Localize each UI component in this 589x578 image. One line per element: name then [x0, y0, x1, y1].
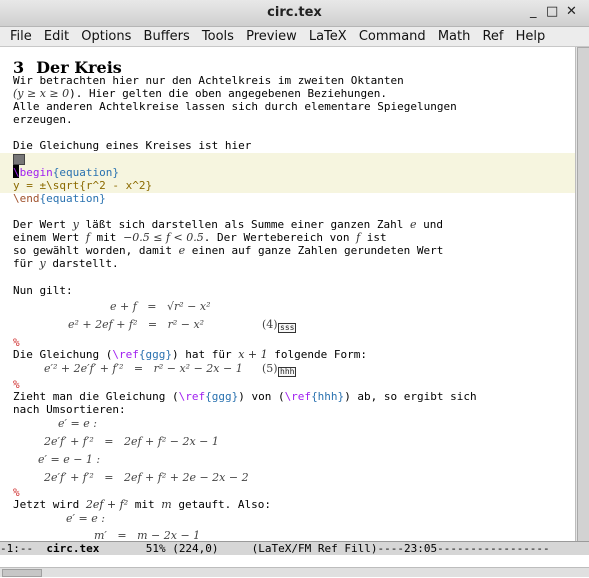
preview-image-icon[interactable]: [13, 154, 25, 165]
rendered-equation: e′ = e − 1 :: [38, 453, 101, 466]
label-tag-hhh[interactable]: hhh: [278, 367, 297, 377]
end-equation-line: \end{equation}: [13, 192, 106, 205]
text-line: (y ≥ x ≥ 0). Hier gelten die oben angege…: [13, 87, 388, 100]
menu-preview[interactable]: Preview: [246, 27, 297, 46]
rendered-equation: e² + 2ef + f² = r² − x²: [68, 318, 205, 331]
scrollbar-thumb[interactable]: [2, 569, 42, 577]
menu-file[interactable]: File: [10, 27, 32, 46]
editor-area[interactable]: 3 Der Kreis Wir betrachten hier nur den A…: [0, 47, 575, 541]
menu-buffers[interactable]: Buffers: [144, 27, 190, 46]
text-line: einem Wert f mit −0.5 ≤ f < 0.5. Der Wer…: [13, 231, 387, 244]
text-line: Die Gleichung (\ref{ggg}) hat für x + 1 …: [13, 348, 367, 361]
menu-latex[interactable]: LaTeX: [309, 27, 347, 46]
text-line: so gewählt worden, damit e einen auf gan…: [13, 244, 444, 257]
menu-options[interactable]: Options: [81, 27, 131, 46]
text-line: Jetzt wird 2ef + f² mit m getauft. Also:: [13, 498, 272, 511]
menu-command[interactable]: Command: [359, 27, 426, 46]
equation-number: (4): [262, 318, 278, 331]
text-line: Zieht man die Gleichung (\ref{ggg}) von …: [13, 390, 477, 403]
menu-help[interactable]: Help: [516, 27, 546, 46]
maximize-button[interactable]: □: [546, 5, 558, 19]
rendered-equation: 2e′f′ + f′² = 2ef + f² + 2e − 2x − 2: [44, 471, 249, 484]
equation-source: y = ±\sqrt{r^2 - x^2}: [13, 179, 153, 192]
menu-math[interactable]: Math: [438, 27, 471, 46]
menu-ref[interactable]: Ref: [482, 27, 503, 46]
minimize-button[interactable]: _: [530, 5, 537, 19]
window-title: circ.tex: [267, 5, 322, 20]
text-line: Nun gilt:: [13, 284, 73, 297]
rendered-equation: e + f = √r² − x²: [110, 300, 211, 313]
text-line: nach Umsortieren:: [13, 403, 126, 416]
menu-edit[interactable]: Edit: [44, 27, 69, 46]
mode-line: -1:-- circ.tex 51% (224,0) (LaTeX/FM Ref…: [0, 541, 589, 555]
rendered-equation: e′² + 2e′f′ + f′² = r² − x² − 2x − 1: [44, 362, 243, 375]
text-line: Wir betrachten hier nur den Achtelkreis …: [13, 74, 404, 87]
vertical-scrollbar[interactable]: [575, 47, 589, 542]
close-button[interactable]: ✕: [566, 5, 577, 19]
label-tag-sss[interactable]: sss: [278, 323, 297, 333]
equation-number: (5): [262, 362, 278, 375]
menu-bar: File Edit Options Buffers Tools Preview …: [0, 27, 589, 47]
menu-tools[interactable]: Tools: [202, 27, 234, 46]
rendered-equation: 2e′f′ + f′² = 2ef + f² − 2x − 1: [44, 435, 219, 448]
text-line: Alle anderen Achtelkreise lassen sich du…: [13, 100, 457, 113]
rendered-equation: m′ = m − 2x − 1: [94, 529, 201, 541]
rendered-equation: e′ = e :: [58, 417, 97, 430]
scrollbar-thumb[interactable]: [577, 47, 589, 542]
rendered-equation: e′ = e :: [66, 512, 105, 525]
text-line: erzeugen.: [13, 113, 73, 126]
title-bar: circ.tex _ □ ✕: [0, 0, 589, 27]
inline-math: (y ≥ x ≥ 0: [13, 87, 70, 100]
horizontal-scrollbar[interactable]: [0, 567, 589, 577]
text-line: Die Gleichung eines Kreises ist hier: [13, 139, 252, 152]
begin-equation-line: \begin{equation}: [13, 166, 119, 179]
text-line: Der Wert y läßt sich darstellen als Summ…: [13, 218, 443, 231]
text-line: für y darstellt.: [13, 257, 119, 270]
buffer-name: circ.tex: [46, 542, 100, 555]
